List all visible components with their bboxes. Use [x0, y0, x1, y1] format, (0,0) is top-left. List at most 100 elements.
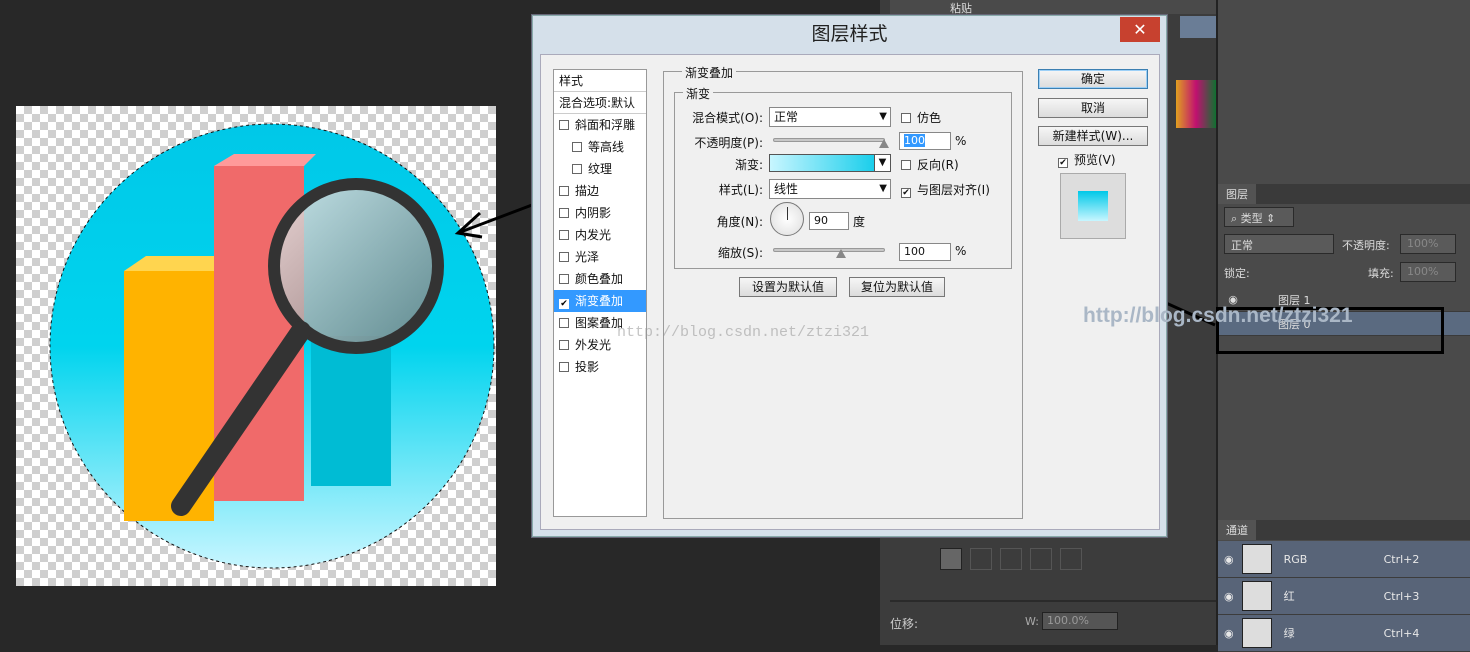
checkbox-icon[interactable] — [559, 318, 569, 328]
style-item-label: 光泽 — [575, 250, 600, 264]
reset-default-button[interactable]: 复位为默认值 — [849, 277, 945, 297]
style-item[interactable]: 内发光 — [554, 224, 646, 246]
blend-mode-select[interactable]: 正常 ▼ — [769, 107, 891, 127]
new-style-button[interactable]: 新建样式(W)... — [1038, 126, 1148, 146]
swatches-grid[interactable] — [1176, 80, 1216, 128]
angle-dial[interactable] — [770, 202, 804, 236]
close-button[interactable]: ✕ — [1120, 17, 1160, 42]
checkbox-icon — [901, 113, 911, 123]
paste-row[interactable]: 粘贴 — [890, 0, 1216, 15]
layers-tabbar: 图层 — [1218, 184, 1470, 204]
channel-shortcut: Ctrl+2 — [1383, 552, 1420, 566]
blend-mode-dropdown[interactable]: 正常 — [1224, 234, 1334, 254]
checkbox-icon[interactable] — [559, 340, 569, 350]
paste-label: 粘贴 — [950, 2, 972, 15]
channel-row[interactable]: ◉ RGB Ctrl+2 — [1218, 541, 1470, 578]
align-buttons — [940, 548, 1120, 576]
checkbox-icon[interactable] — [559, 230, 569, 240]
eye-icon[interactable]: ◉ — [1224, 590, 1234, 603]
style-item[interactable]: 等高线 — [554, 136, 646, 158]
style-item-label: 投影 — [575, 360, 600, 374]
channel-name: RGB — [1283, 552, 1308, 566]
chart-icon-artwork — [49, 123, 495, 569]
align-label: 与图层对齐(I) — [917, 183, 990, 197]
reverse-label: 反向(R) — [917, 158, 959, 172]
eye-icon[interactable]: ◉ — [1224, 553, 1234, 566]
document-canvas[interactable] — [16, 106, 496, 586]
scale-slider[interactable] — [773, 248, 885, 252]
angle-input[interactable]: 90 — [809, 212, 849, 230]
check-icon: ✔ — [1058, 158, 1068, 168]
style-item-label: 图案叠加 — [575, 316, 624, 330]
checkbox-icon[interactable] — [559, 274, 569, 284]
channel-name: 红 — [1283, 590, 1295, 603]
align-icon[interactable] — [1000, 548, 1022, 570]
checkbox-icon[interactable] — [572, 164, 582, 174]
faint-watermark: http://blog.csdn.net/ztzi321 — [617, 324, 870, 341]
set-default-button[interactable]: 设置为默认值 — [739, 277, 837, 297]
style-list: 样式 混合选项:默认 斜面和浮雕 等高线 纹理描边内阴影内发光光泽颜色叠加 ✔ 渐变叠加… — [553, 69, 647, 517]
slider-thumb[interactable] — [836, 249, 846, 258]
swatch-strip — [1180, 16, 1216, 38]
dither-label: 仿色 — [917, 111, 942, 125]
filter-label: 类型 — [1240, 212, 1263, 225]
checkbox-icon[interactable] — [559, 208, 569, 218]
cancel-button[interactable]: 取消 — [1038, 98, 1148, 118]
opacity-value: 100 — [904, 134, 925, 147]
fill-field[interactable]: 100% — [1400, 262, 1456, 282]
channel-thumbnail — [1241, 618, 1272, 648]
align-icon[interactable] — [1030, 548, 1052, 570]
ok-button[interactable]: 确定 — [1038, 69, 1148, 89]
opacity-input[interactable]: 100 — [899, 132, 951, 150]
style-item[interactable]: 内阴影 — [554, 202, 646, 224]
checkbox-icon[interactable] — [559, 186, 569, 196]
opacity-label: 不透明度: — [1342, 239, 1390, 252]
dither-checkbox[interactable]: 仿色 — [901, 109, 941, 126]
chevron-down-icon[interactable]: ▼ — [874, 155, 890, 171]
style-item-label: 内阴影 — [575, 206, 612, 220]
align-icon[interactable] — [1060, 548, 1082, 570]
check-icon[interactable]: ✔ — [559, 299, 569, 309]
style-select[interactable]: 线性 ▼ — [769, 179, 891, 199]
preview-checkbox[interactable]: ✔ 预览(V) — [1058, 151, 1116, 168]
style-item[interactable]: 投影 — [554, 356, 646, 378]
checkbox-icon[interactable] — [572, 142, 582, 152]
style-item-label: 内发光 — [575, 228, 612, 242]
style-item[interactable]: 光泽 — [554, 246, 646, 268]
style-item[interactable]: ✔ 渐变叠加 — [554, 290, 646, 312]
align-icon[interactable] — [940, 548, 962, 570]
lock-label: 锁定: — [1224, 267, 1250, 280]
opacity-slider[interactable] — [773, 138, 885, 142]
chevron-down-icon: ▼ — [879, 183, 887, 194]
align-icon[interactable] — [970, 548, 992, 570]
channel-thumbnail — [1241, 581, 1272, 611]
blend-mode-label: 混合模式(O): — [692, 111, 763, 125]
checkbox-icon[interactable] — [559, 362, 569, 372]
style-item-label: 外发光 — [575, 338, 612, 352]
style-item-label: 描边 — [575, 184, 600, 198]
tab-channels[interactable]: 通道 — [1218, 520, 1256, 540]
opacity-field[interactable]: 100% — [1400, 234, 1456, 254]
align-with-layer-checkbox[interactable]: ✔ 与图层对齐(I) — [901, 181, 990, 198]
checkbox-icon[interactable] — [559, 120, 569, 130]
gradient-picker[interactable] — [769, 154, 891, 172]
checkbox-icon[interactable] — [559, 252, 569, 262]
scale-input[interactable]: 100 — [899, 243, 951, 261]
layer-filter-dropdown[interactable]: ⌕ 类型 ⇕ — [1224, 207, 1294, 227]
style-item[interactable]: 描边 — [554, 180, 646, 202]
reverse-checkbox[interactable]: 反向(R) — [901, 156, 959, 173]
w-label: W: — [1025, 615, 1039, 628]
style-item[interactable]: 颜色叠加 — [554, 268, 646, 290]
blend-options-item[interactable]: 混合选项:默认 — [554, 92, 646, 114]
channel-row[interactable]: ◉ 红 Ctrl+3 — [1218, 578, 1470, 615]
style-item[interactable]: 斜面和浮雕 — [554, 114, 646, 136]
scale-label: 缩放(S): — [717, 246, 763, 260]
eye-icon[interactable]: ◉ — [1224, 627, 1234, 640]
style-item[interactable]: 纹理 — [554, 158, 646, 180]
style-list-header: 样式 — [554, 70, 646, 92]
offset-label: 位移: — [890, 617, 919, 631]
tab-layers[interactable]: 图层 — [1218, 184, 1256, 204]
channel-row[interactable]: ◉ 绿 Ctrl+4 — [1218, 615, 1470, 652]
slider-thumb[interactable] — [879, 139, 889, 148]
width-field[interactable]: 100.0% — [1042, 612, 1118, 630]
